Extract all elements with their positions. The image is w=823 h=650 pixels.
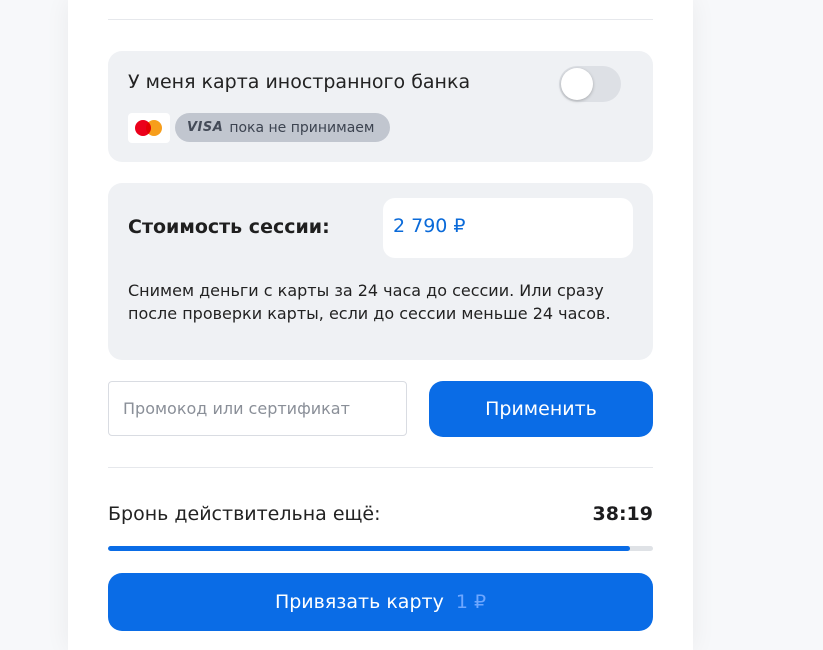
session-cost-section: Стоимость сессии: 2 790 ₽ Снимем деньги … (108, 183, 653, 360)
visa-badge: VISA пока не принимаем (175, 113, 391, 142)
apply-promo-button[interactable]: Применить (429, 381, 653, 437)
booking-valid-label: Бронь действительна ещё: (108, 503, 381, 525)
bind-card-button[interactable]: Привязать карту 1 ₽ (108, 573, 653, 631)
booking-progress-bar (108, 546, 653, 551)
foreign-card-label: У меня карта иностранного банка (128, 71, 471, 93)
visa-note: пока не принимаем (229, 119, 375, 136)
charge-note: Снимем деньги с карты за 24 часа до сесс… (128, 281, 611, 323)
foreign-card-toggle[interactable] (559, 66, 621, 102)
top-divider (108, 19, 653, 20)
session-cost-field[interactable]: 2 790 ₽ (383, 198, 633, 258)
booking-progress-fill (108, 546, 630, 551)
bind-card-label: Привязать карту (274, 591, 444, 613)
bottom-divider (108, 467, 653, 468)
foreign-card-section: У меня карта иностранного банка VISA пок… (108, 51, 653, 162)
session-cost-value: 2 790 ₽ (393, 215, 466, 237)
booking-timer: 38:19 (592, 503, 653, 525)
bind-card-price: 1 ₽ (455, 591, 487, 613)
mastercard-icon (128, 113, 170, 143)
toggle-knob (561, 68, 593, 100)
promo-code-input[interactable] (108, 381, 407, 436)
visa-logo-icon: VISA (187, 120, 224, 135)
session-cost-label: Стоимость сессии: (128, 216, 330, 238)
